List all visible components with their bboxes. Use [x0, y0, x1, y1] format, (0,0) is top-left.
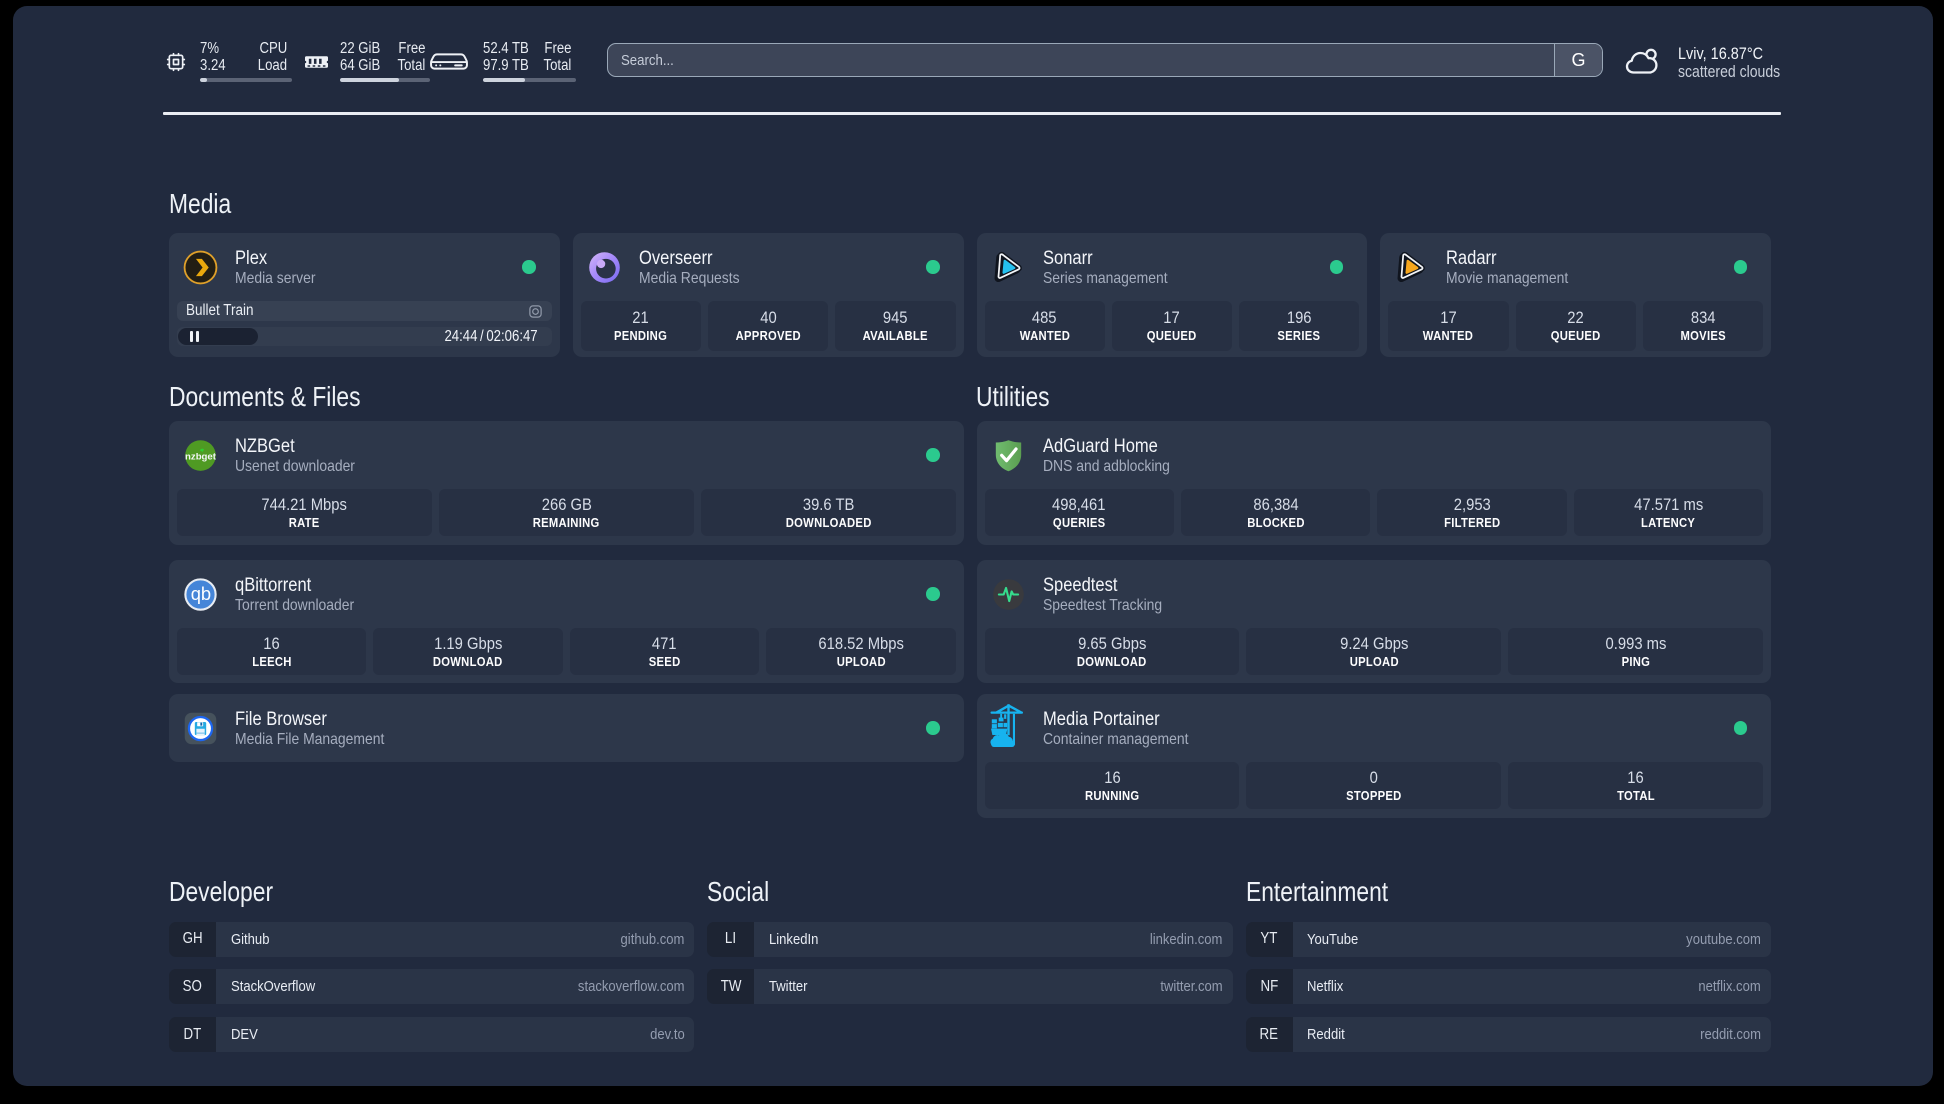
svg-text:qb: qb — [191, 583, 211, 604]
svg-text:nzbget: nzbget — [185, 451, 217, 462]
